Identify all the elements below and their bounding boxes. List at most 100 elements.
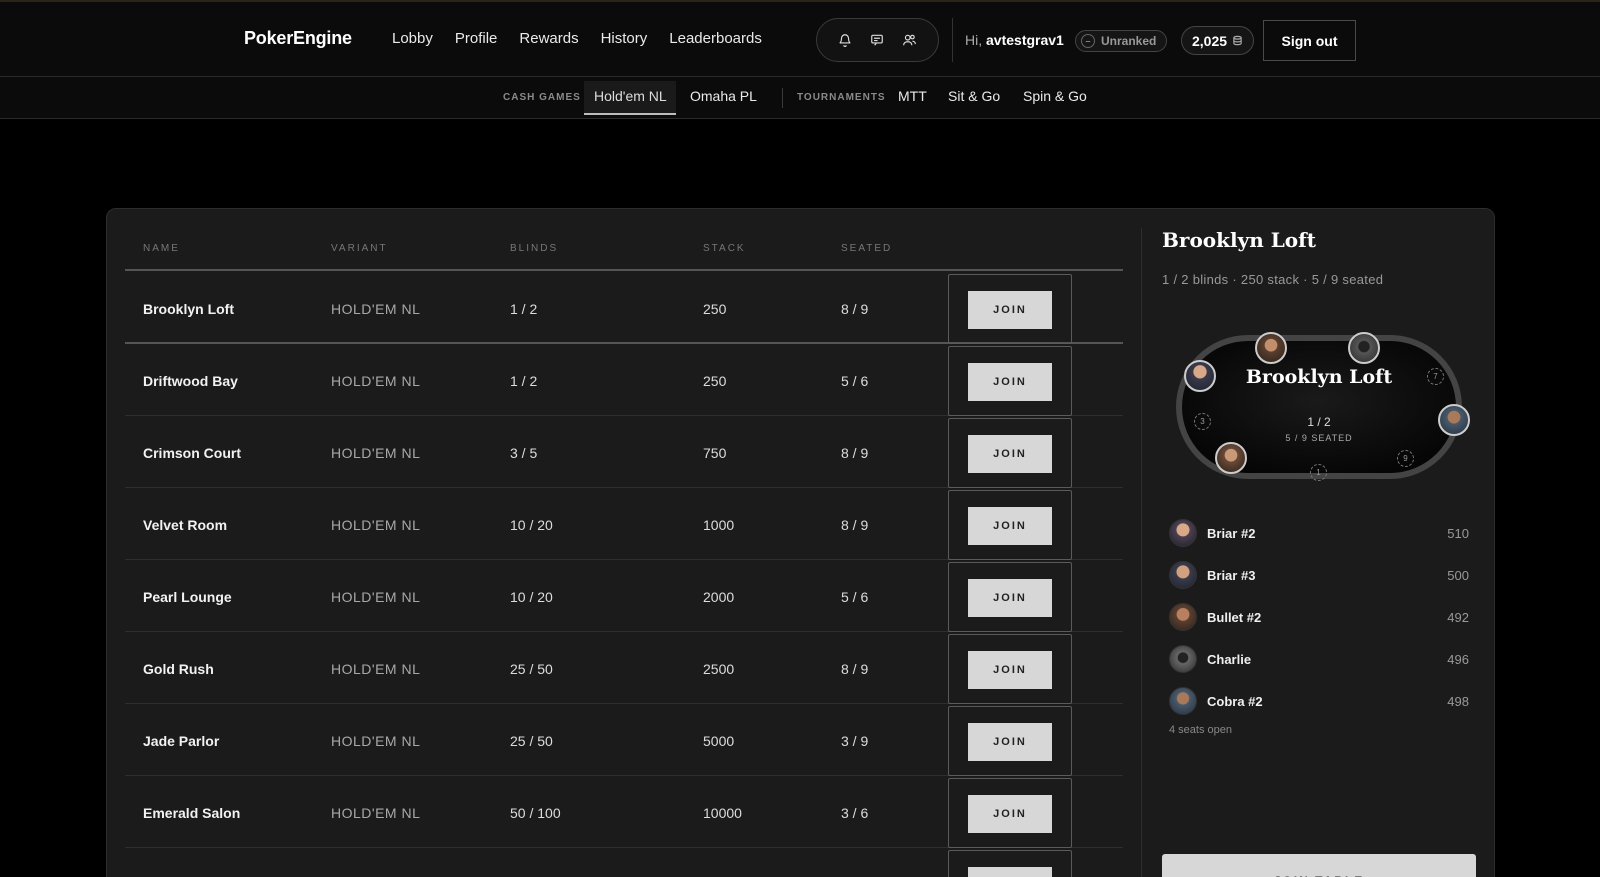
cell-variant: HOLD'EM NL — [331, 661, 421, 677]
empty-seat[interactable]: 9 — [1397, 450, 1414, 467]
tab-holdem-nl[interactable]: Hold'em NL — [594, 88, 667, 104]
join-button[interactable]: JOIN — [968, 507, 1052, 545]
cell-stack: 5000 — [703, 733, 735, 749]
cell-blinds: 3 / 5 — [510, 445, 538, 461]
username[interactable]: avtestgrav1 — [986, 32, 1064, 48]
cell-seated: 8 / 9 — [841, 301, 869, 317]
friends-icon[interactable] — [899, 29, 921, 51]
empty-seat[interactable]: 7 — [1427, 368, 1444, 385]
tab-spin-and-go[interactable]: Spin & Go — [1023, 88, 1087, 104]
sign-out-button[interactable]: Sign out — [1263, 20, 1356, 61]
player-name: Cobra #2 — [1207, 693, 1263, 709]
cell-name: Brooklyn Loft — [143, 301, 234, 317]
player-row[interactable]: Bullet #2 492 — [1169, 596, 1469, 638]
header-blinds[interactable]: BLINDS — [510, 243, 558, 254]
tab-omaha-pl[interactable]: Omaha PL — [690, 88, 757, 104]
player-row[interactable]: Cobra #2 498 — [1169, 680, 1469, 722]
join-button-frame — [948, 850, 1072, 877]
cell-blinds: 50 / 100 — [510, 805, 561, 821]
seat-avatar[interactable] — [1348, 332, 1380, 364]
seat-avatar[interactable] — [1184, 360, 1216, 392]
empty-seat[interactable]: 3 — [1194, 413, 1211, 430]
table-row[interactable]: Driftwood Bay HOLD'EM NL 1 / 2 250 5 / 6 JOIN — [125, 344, 1123, 416]
cell-seated: 3 / 9 — [841, 733, 869, 749]
main-nav: Lobby Profile Rewards History Leaderboar… — [392, 30, 762, 47]
nav-history[interactable]: History — [601, 30, 648, 47]
player-stack: 492 — [1447, 609, 1469, 625]
join-button[interactable]: JOIN — [968, 651, 1052, 689]
player-row[interactable]: Briar #3 500 — [1169, 554, 1469, 596]
table-row[interactable]: Pearl Lounge HOLD'EM NL 10 / 20 2000 5 / 6 JO… — [125, 560, 1123, 632]
avatar — [1169, 603, 1197, 631]
brand-logo[interactable]: PokerEngine — [244, 28, 352, 49]
nav-lobby[interactable]: Lobby — [392, 30, 433, 47]
join-button-frame: JOIN — [948, 634, 1072, 704]
join-button[interactable]: JOIN — [968, 795, 1052, 833]
chat-icon[interactable] — [866, 29, 888, 51]
table-row[interactable]: Gold Rush HOLD'EM NL 25 / 50 2500 8 / 9 JOIN — [125, 632, 1123, 704]
tab-mtt[interactable]: MTT — [898, 88, 927, 104]
table-row[interactable]: Jade Parlor HOLD'EM NL 25 / 50 5000 3 / 9 JOI… — [125, 704, 1123, 776]
icon-group — [816, 18, 939, 62]
cell-blinds: 1 / 2 — [510, 373, 538, 389]
seat-avatar[interactable] — [1255, 332, 1287, 364]
cell-variant: HOLD'EM NL — [331, 301, 421, 317]
top-navbar: PokerEngine Lobby Profile Rewards Histor… — [0, 0, 1600, 77]
cell-name: Gold Rush — [143, 661, 214, 677]
header-seated[interactable]: SEATED — [841, 243, 892, 254]
header-variant[interactable]: VARIANT — [331, 243, 388, 254]
tab-sit-and-go[interactable]: Sit & Go — [948, 88, 1000, 104]
cell-variant: HOLD'EM NL — [331, 517, 421, 533]
cell-seated: 8 / 9 — [841, 661, 869, 677]
join-button[interactable]: JOIN — [968, 363, 1052, 401]
empty-seat[interactable]: 1 — [1310, 464, 1327, 481]
cell-blinds: 25 / 50 — [510, 661, 553, 677]
user-greeting: Hi, avtestgrav1 — [965, 32, 1064, 48]
join-table-button[interactable]: JOIN TABLE — [1162, 854, 1476, 877]
tournaments-label: TOURNAMENTS — [797, 92, 886, 103]
nav-rewards[interactable]: Rewards — [519, 30, 578, 47]
cell-stack: 250 — [703, 301, 727, 317]
game-type-tabs: CASH GAMES Hold'em NL Omaha PL TOURNAMEN… — [0, 77, 1600, 119]
header-name[interactable]: NAME — [143, 243, 180, 254]
player-row[interactable]: Charlie 496 — [1169, 638, 1469, 680]
table-preview-name: Brooklyn Loft — [1245, 366, 1393, 388]
cell-seated: 3 / 6 — [841, 805, 869, 821]
join-button[interactable] — [968, 867, 1052, 877]
table-row[interactable]: Brooklyn Loft HOLD'EM NL 1 / 2 250 8 / 9 JOIN — [125, 272, 1123, 344]
seat-avatar[interactable] — [1215, 442, 1247, 474]
bell-icon[interactable] — [834, 29, 856, 51]
player-stack: 500 — [1447, 567, 1469, 583]
table-row[interactable]: Emerald Salon HOLD'EM NL 50 / 100 10000 3 / … — [125, 776, 1123, 848]
subnav-divider — [782, 88, 783, 108]
table-preview-seated: 5 / 9 SEATED — [1285, 433, 1353, 443]
join-button-frame: JOIN — [948, 706, 1072, 776]
seat-avatar[interactable] — [1438, 404, 1470, 436]
detail-subtitle: 1 / 2 blinds · 250 stack · 5 / 9 seated — [1162, 272, 1384, 287]
avatar — [1169, 561, 1197, 589]
detail-title: Brooklyn Loft — [1162, 228, 1316, 252]
table-row[interactable] — [125, 848, 1123, 877]
cell-seated: 5 / 6 — [841, 589, 869, 605]
player-stack: 498 — [1447, 693, 1469, 709]
join-button[interactable]: JOIN — [968, 579, 1052, 617]
cell-stack: 1000 — [703, 517, 735, 533]
join-button[interactable]: JOIN — [968, 435, 1052, 473]
join-button[interactable]: JOIN — [968, 723, 1052, 761]
player-name: Briar #2 — [1207, 525, 1256, 541]
header-stack[interactable]: STACK — [703, 243, 746, 254]
chip-icon — [1232, 33, 1243, 49]
cash-games-label: CASH GAMES — [503, 92, 581, 103]
nav-leaderboards[interactable]: Leaderboards — [669, 30, 762, 47]
player-row[interactable]: Briar #2 510 — [1169, 512, 1469, 554]
table-row[interactable]: Crimson Court HOLD'EM NL 3 / 5 750 8 / 9 JOIN — [125, 416, 1123, 488]
cell-stack: 10000 — [703, 805, 742, 821]
cell-seated: 8 / 9 — [841, 517, 869, 533]
cell-stack: 2000 — [703, 589, 735, 605]
cell-stack: 2500 — [703, 661, 735, 677]
rank-badge: – Unranked — [1075, 30, 1168, 52]
nav-profile[interactable]: Profile — [455, 30, 498, 47]
table-row[interactable]: Velvet Room HOLD'EM NL 10 / 20 1000 8 / 9 JOI… — [125, 488, 1123, 560]
join-button[interactable]: JOIN — [968, 291, 1052, 329]
player-stack: 496 — [1447, 651, 1469, 667]
